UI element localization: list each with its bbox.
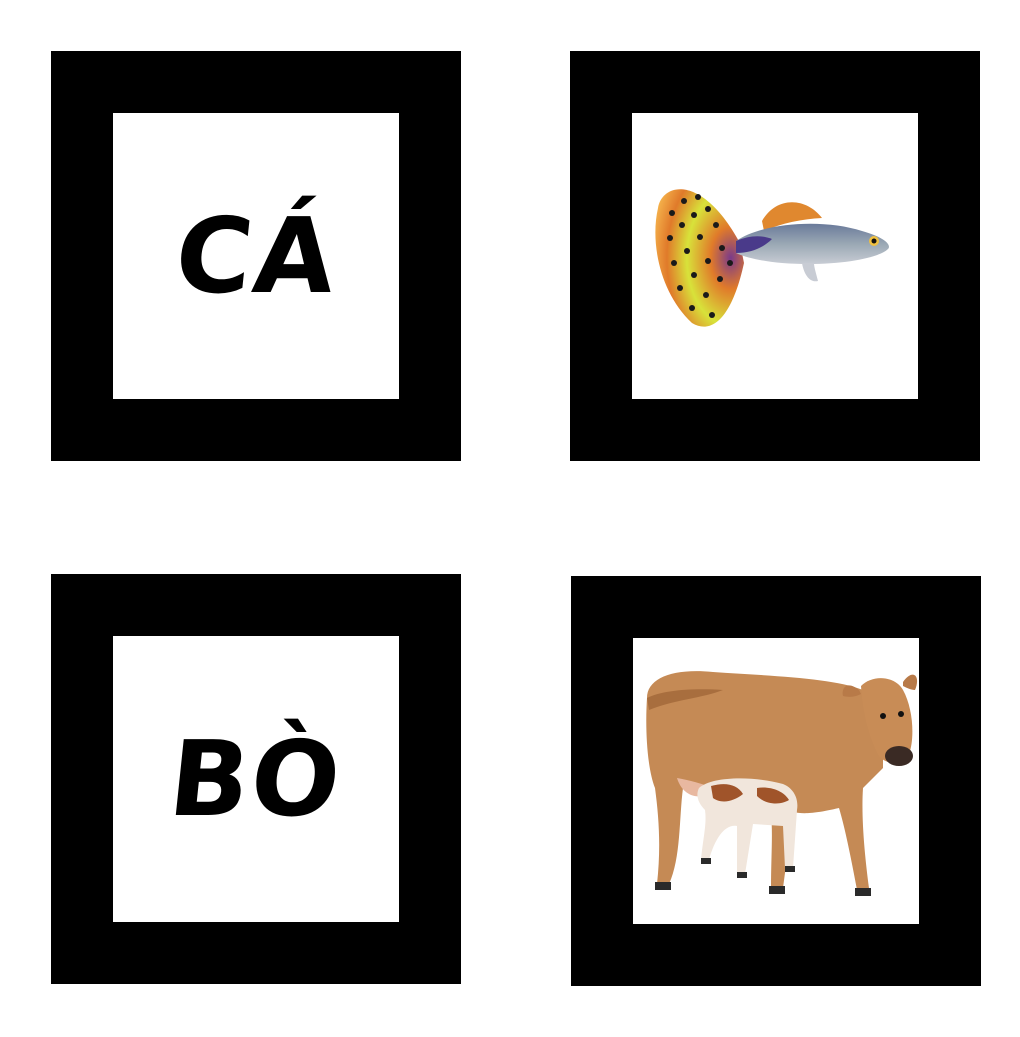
card-picture-cow-inner xyxy=(633,638,919,924)
card-picture-fish-inner xyxy=(632,113,918,399)
word-label-ca: CÁ xyxy=(169,195,343,317)
cow-icon xyxy=(646,671,918,896)
card-picture-cow[interactable] xyxy=(571,576,981,986)
card-picture-fish[interactable] xyxy=(570,51,980,461)
card-word-fish-inner: CÁ xyxy=(113,113,399,399)
word-label-bo: BÒ xyxy=(163,718,349,840)
card-word-cow[interactable]: BÒ xyxy=(51,574,461,984)
card-word-fish[interactable]: CÁ xyxy=(51,51,461,461)
fish-icon xyxy=(655,189,889,327)
card-word-cow-inner: BÒ xyxy=(113,636,399,922)
